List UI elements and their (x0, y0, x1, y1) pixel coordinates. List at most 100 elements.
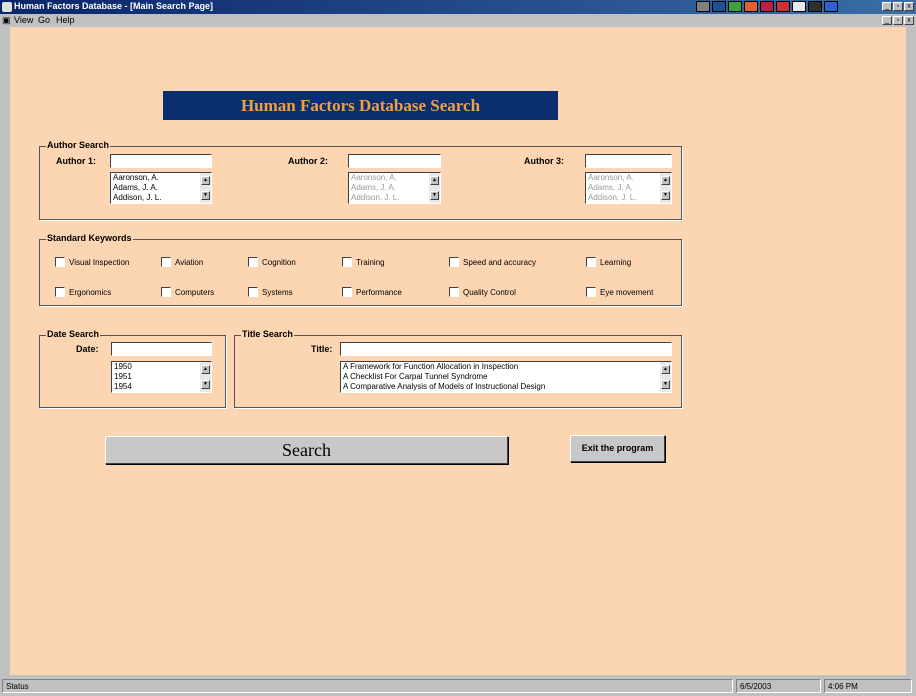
date-list[interactable]: 1950 1951 1954 ▲ ▼ (111, 361, 212, 393)
checkbox-icon[interactable] (586, 287, 596, 297)
list-item[interactable]: Adams, J. A. (351, 183, 428, 193)
tray-app-icon[interactable] (776, 1, 790, 12)
tray-app-icon[interactable] (824, 1, 838, 12)
title-list[interactable]: A Framework for Function Allocation in I… (340, 361, 672, 393)
keyword-checkbox[interactable]: Quality Control (449, 287, 516, 297)
tray-app-icon[interactable] (696, 1, 710, 12)
date-search-legend: Date Search (46, 329, 101, 339)
checkbox-icon[interactable] (586, 257, 596, 267)
close-button[interactable]: x (904, 2, 914, 11)
scroll-down-icon[interactable]: ▼ (201, 191, 210, 200)
checkbox-icon[interactable] (449, 257, 459, 267)
tray-app-icon[interactable] (712, 1, 726, 12)
scroll-down-icon[interactable]: ▼ (661, 380, 670, 389)
scroll-up-icon[interactable]: ▲ (430, 176, 439, 185)
list-scrollbar[interactable]: ▲ ▼ (660, 362, 671, 392)
checkbox-icon[interactable] (449, 287, 459, 297)
tray-app-icon[interactable] (808, 1, 822, 12)
list-item[interactable]: Adams, J. A. (113, 183, 199, 193)
menu-bar: ▣ View Go Help _ ▫ x (0, 14, 916, 27)
tray-app-icon[interactable] (760, 1, 774, 12)
doc-restore-button[interactable]: ▫ (893, 16, 903, 25)
list-item[interactable]: A Checklist For Carpal Tunnel Syndrome (343, 372, 659, 382)
tray-app-icon[interactable] (792, 1, 806, 12)
minimize-button[interactable]: _ (882, 2, 892, 11)
list-item[interactable]: Addison, J. L. (588, 193, 659, 203)
checkbox-icon[interactable] (248, 257, 258, 267)
list-scrollbar[interactable]: ▲ ▼ (429, 173, 440, 203)
author1-list[interactable]: Aaronson, A. Adams, J. A. Addison, J. L.… (110, 172, 212, 204)
checkbox-icon[interactable] (55, 257, 65, 267)
keyword-label: Visual Inspection (69, 257, 130, 267)
keyword-label: Eye movement (600, 287, 654, 297)
list-scrollbar[interactable]: ▲ ▼ (200, 173, 211, 203)
scroll-up-icon[interactable]: ▲ (661, 176, 670, 185)
list-scrollbar[interactable]: ▲ ▼ (200, 362, 211, 392)
scroll-down-icon[interactable]: ▼ (430, 191, 439, 200)
doc-close-button[interactable]: x (904, 16, 914, 25)
keyword-checkbox[interactable]: Performance (342, 287, 402, 297)
app-icon (2, 2, 12, 12)
list-item[interactable]: A Comparative Analysis of Models of Inst… (343, 382, 659, 392)
keyword-label: Learning (600, 257, 632, 267)
exit-button[interactable]: Exit the program (570, 435, 665, 462)
checkbox-icon[interactable] (342, 257, 352, 267)
checkbox-icon[interactable] (161, 287, 171, 297)
keyword-checkbox[interactable]: Visual Inspection (55, 257, 129, 267)
list-item[interactable]: Addison, J. L. (113, 193, 199, 203)
keyword-checkbox[interactable]: Cognition (248, 257, 296, 267)
keyword-checkbox[interactable]: Speed and accuracy (449, 257, 536, 267)
doc-minimize-button[interactable]: _ (882, 16, 892, 25)
keyword-label: Cognition (262, 257, 296, 267)
tray-app-icon[interactable] (728, 1, 742, 12)
list-item[interactable]: Aaronson, A. (113, 173, 199, 183)
search-button[interactable]: Search (105, 436, 508, 464)
scroll-down-icon[interactable]: ▼ (661, 191, 670, 200)
title-input[interactable] (340, 342, 672, 356)
author3-input[interactable] (585, 154, 672, 168)
keyword-checkbox[interactable]: Eye movement (586, 287, 653, 297)
list-item[interactable]: 1950 (114, 362, 199, 372)
author2-list[interactable]: Aaronson, A. Adams, J. A. Addison, J. L.… (348, 172, 441, 204)
author2-input[interactable] (348, 154, 441, 168)
menu-view[interactable]: View (14, 15, 33, 25)
list-item[interactable]: 1954 (114, 382, 199, 392)
restore-button[interactable]: ▫ (893, 2, 903, 11)
keyword-checkbox[interactable]: Systems (248, 287, 293, 297)
scroll-up-icon[interactable]: ▲ (201, 365, 210, 374)
menu-go[interactable]: Go (38, 15, 50, 25)
date-input[interactable] (111, 342, 212, 356)
keyword-checkbox[interactable]: Ergonomics (55, 287, 111, 297)
list-item[interactable]: 1951 (114, 372, 199, 382)
list-item[interactable]: Aaronson, A. (588, 173, 659, 183)
keyword-checkbox[interactable]: Learning (586, 257, 631, 267)
status-time: 4:06 PM (824, 679, 912, 693)
tray-app-icon[interactable] (744, 1, 758, 12)
keyword-checkbox[interactable]: Computers (161, 287, 214, 297)
author3-list[interactable]: Aaronson, A. Adams, J. A. Addison, J. L.… (585, 172, 672, 204)
menu-help[interactable]: Help (56, 15, 75, 25)
author3-label: Author 3: (524, 156, 564, 166)
keyword-label: Speed and accuracy (463, 257, 536, 267)
list-scrollbar[interactable]: ▲ ▼ (660, 173, 671, 203)
checkbox-icon[interactable] (342, 287, 352, 297)
checkbox-icon[interactable] (161, 257, 171, 267)
list-item[interactable]: A Framework for Function Allocation in I… (343, 362, 659, 372)
status-date: 6/5/2003 (736, 679, 821, 693)
list-item[interactable]: Aaronson, A. (351, 173, 428, 183)
keyword-checkbox[interactable]: Training (342, 257, 385, 267)
scroll-up-icon[interactable]: ▲ (661, 365, 670, 374)
author1-input[interactable] (110, 154, 212, 168)
window-controls: _ ▫ x (882, 2, 914, 11)
keyword-checkbox[interactable]: Aviation (161, 257, 203, 267)
scroll-down-icon[interactable]: ▼ (201, 380, 210, 389)
author1-label: Author 1: (56, 156, 96, 166)
scroll-up-icon[interactable]: ▲ (201, 176, 210, 185)
list-item[interactable]: Addison, J. L. (351, 193, 428, 203)
keyword-label: Quality Control (463, 287, 516, 297)
list-item[interactable]: Adams, J. A. (588, 183, 659, 193)
checkbox-icon[interactable] (248, 287, 258, 297)
checkbox-icon[interactable] (55, 287, 65, 297)
document-icon[interactable]: ▣ (2, 15, 11, 26)
title-bar: Human Factors Database - [Main Search Pa… (0, 0, 916, 14)
